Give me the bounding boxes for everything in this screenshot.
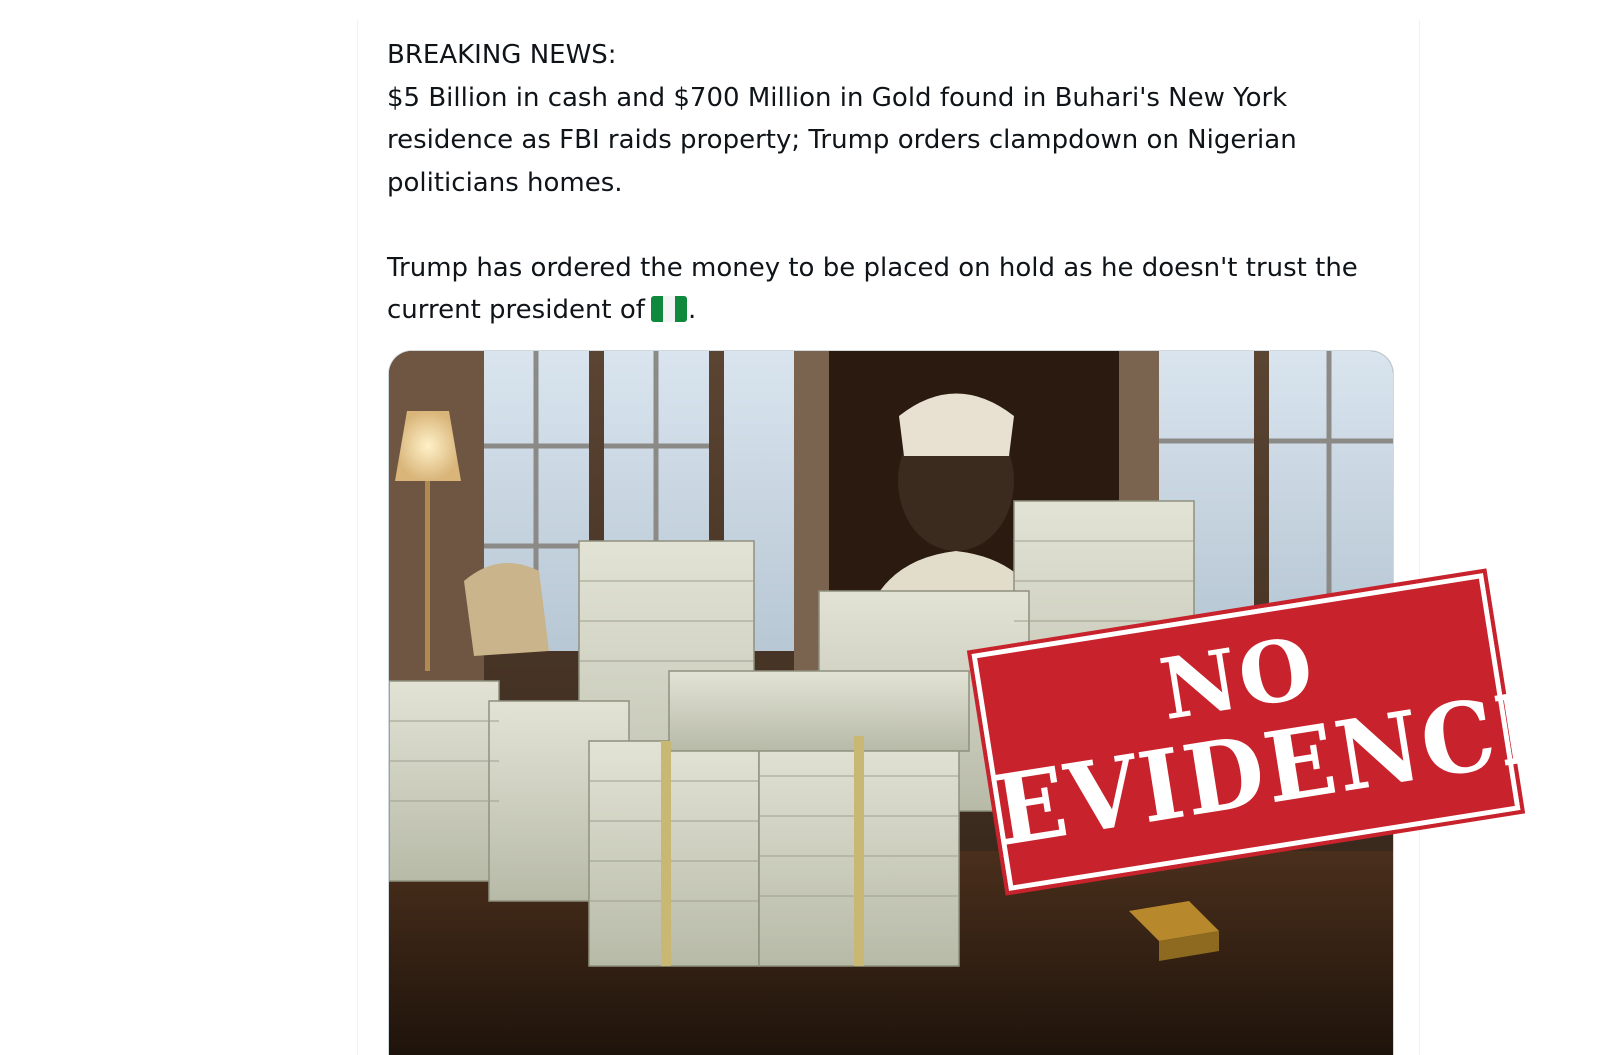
post-body-2: Trump has ordered the money to be placed… [387, 247, 1387, 332]
post-text: BREAKING NEWS: $5 Billion in cash and $7… [387, 34, 1387, 332]
page: BREAKING NEWS: $5 Billion in cash and $7… [0, 0, 1600, 1055]
post-card: BREAKING NEWS: $5 Billion in cash and $7… [357, 20, 1420, 1055]
post-body: $5 Billion in cash and $700 Million in G… [387, 82, 1297, 198]
post-heading: BREAKING NEWS: [387, 40, 617, 70]
nigeria-flag-icon [650, 296, 687, 322]
post-body-2-end: . [687, 295, 697, 325]
post-body-2-text: Trump has ordered the money to be placed… [387, 252, 1358, 326]
